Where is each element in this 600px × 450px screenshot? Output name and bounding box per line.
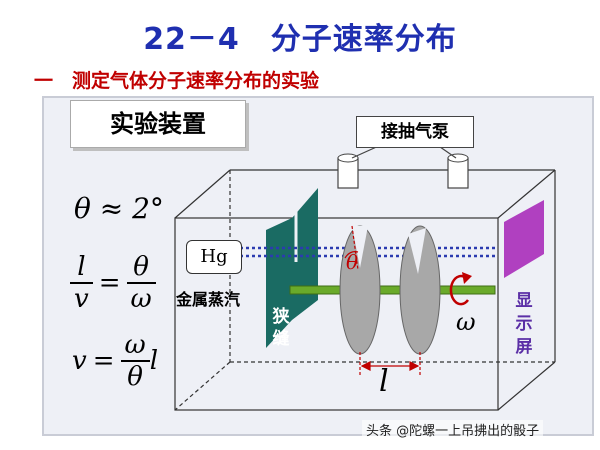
slit-label: 狭缝 — [272, 307, 290, 349]
fraction-l-over-v: l v — [70, 252, 93, 314]
rotor-axle — [289, 285, 496, 295]
mercury-label: 金属蒸汽 — [176, 290, 241, 309]
velocity-variable: v — [72, 346, 87, 376]
rotating-disk-1 — [339, 225, 381, 355]
box-bottom-left-edge — [174, 361, 231, 411]
formula-velocity: v = ω θ l — [72, 330, 158, 392]
watermark: 头条 @陀螺一上吊拂出的骰子 — [362, 420, 544, 439]
fraction-denominator: θ — [127, 362, 143, 392]
fraction-theta-over-omega: θ ω — [126, 252, 156, 314]
distance-variable: l — [149, 346, 159, 376]
fraction-denominator: v — [74, 284, 89, 314]
box-top-left-edge — [174, 169, 231, 219]
fraction-denominator: ω — [130, 284, 152, 314]
fraction-numerator: θ — [126, 252, 156, 284]
formula-ratio: l v = θ ω — [70, 252, 156, 314]
distance-marker — [359, 352, 421, 376]
pump-tube-left-top — [337, 153, 359, 163]
equals-sign: = — [98, 268, 121, 298]
pump-label: 接抽气泵 — [356, 116, 474, 148]
mercury-source: Hg — [186, 240, 242, 274]
equals-sign: = — [92, 346, 115, 376]
section-label: 实验装置 — [70, 100, 246, 148]
fraction-numerator: l — [70, 252, 93, 284]
omega-symbol: ω — [456, 308, 476, 336]
rotating-disk-2 — [399, 225, 441, 355]
box-bottom-right-edge — [497, 361, 556, 411]
fraction-omega-over-theta: ω θ — [120, 330, 150, 392]
distance-symbol: l — [379, 364, 389, 399]
screen-label: 显示屏 — [515, 291, 533, 357]
fraction-numerator: ω — [120, 330, 150, 362]
formula-angle: θ ≈ 2° — [74, 192, 164, 225]
theta-symbol: θ — [346, 250, 359, 274]
display-screen — [504, 200, 544, 278]
